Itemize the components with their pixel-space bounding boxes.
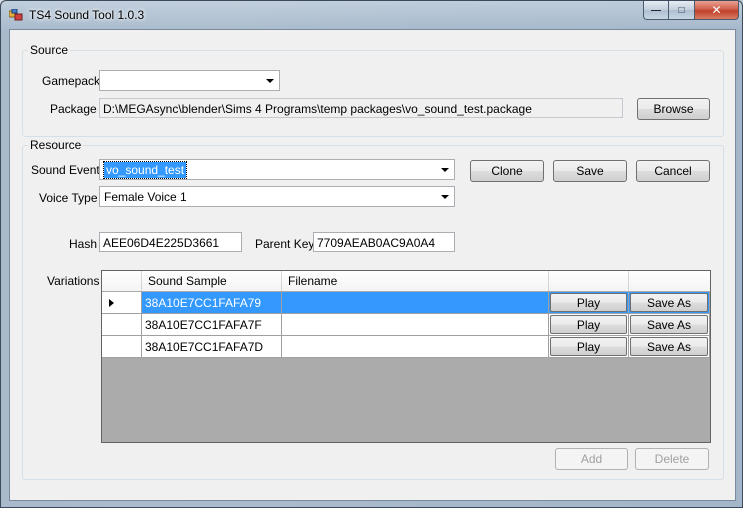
filename-cell[interactable] (282, 292, 549, 314)
filename-cell[interactable] (282, 314, 549, 336)
gamepack-select[interactable] (99, 70, 280, 91)
table-row[interactable]: 38A10E7CC1FAFA7F Play Save As (102, 314, 710, 336)
save-as-button[interactable]: Save As (630, 293, 708, 312)
maximize-button[interactable]: □ (669, 1, 695, 20)
source-group (22, 50, 724, 137)
app-window: TS4 Sound Tool 1.0.3 — □ ✕ Source Gamepa… (0, 0, 743, 508)
table-row[interactable]: 38A10E7CC1FAFA7D Play Save As (102, 336, 710, 358)
resource-group-label: Resource (28, 138, 84, 152)
play-cell: Play (549, 292, 629, 314)
package-path-field[interactable]: D:\MEGAsync\blender\Sims 4 Programs\temp… (99, 98, 623, 118)
variations-label: Variations (47, 274, 100, 288)
voice-type-value: Female Voice 1 (104, 190, 187, 204)
chevron-down-icon (441, 168, 449, 172)
current-row-arrow-icon (109, 299, 114, 307)
play-button[interactable]: Play (550, 337, 627, 356)
save-as-cell: Save As (629, 314, 710, 336)
column-header-save-as[interactable] (629, 271, 710, 291)
package-label: Package (50, 102, 97, 116)
sound-sample-cell[interactable]: 38A10E7CC1FAFA7D (142, 336, 282, 358)
play-cell: Play (549, 314, 629, 336)
row-header[interactable] (102, 314, 142, 336)
minimize-icon: — (651, 4, 661, 16)
minimize-button[interactable]: — (643, 1, 669, 20)
add-button[interactable]: Add (555, 448, 628, 470)
play-cell: Play (549, 336, 629, 358)
chevron-down-icon (266, 79, 274, 83)
parent-key-label: Parent Key (255, 237, 315, 251)
hash-label: Hash (69, 237, 98, 251)
sound-event-value: vo_sound_test (102, 161, 188, 179)
sound-event-select[interactable]: vo_sound_test (99, 159, 455, 180)
cancel-button[interactable]: Cancel (636, 160, 710, 182)
close-button[interactable]: ✕ (695, 1, 739, 20)
client-area: Source Gamepack Package D:\MEGAsync\blen… (9, 29, 736, 501)
save-as-button[interactable]: Save As (630, 315, 708, 334)
column-header-play[interactable] (549, 271, 629, 291)
variations-grid[interactable]: Sound Sample Filename 38A10E7CC1FAFA79 P… (101, 270, 711, 443)
browse-button[interactable]: Browse (637, 98, 710, 120)
hash-field[interactable]: AEE06D4E225D3661 (99, 232, 242, 252)
title-bar[interactable]: TS4 Sound Tool 1.0.3 — □ ✕ (1, 1, 743, 29)
play-button[interactable]: Play (550, 293, 627, 312)
close-icon: ✕ (711, 3, 722, 17)
save-button[interactable]: Save (553, 160, 627, 182)
column-header-sound-sample[interactable]: Sound Sample (142, 271, 282, 291)
sound-sample-cell[interactable]: 38A10E7CC1FAFA79 (142, 292, 282, 314)
play-button[interactable]: Play (550, 315, 627, 334)
sound-event-label: Sound Event (31, 163, 100, 177)
save-as-cell: Save As (629, 336, 710, 358)
row-header[interactable] (102, 336, 142, 358)
voice-type-label: Voice Type (39, 191, 98, 205)
sound-sample-cell[interactable]: 38A10E7CC1FAFA7F (142, 314, 282, 336)
maximize-icon: □ (678, 4, 685, 16)
clone-button[interactable]: Clone (470, 160, 544, 182)
row-header-corner (102, 271, 142, 291)
chevron-down-icon (441, 195, 449, 199)
row-header[interactable] (102, 292, 142, 314)
column-header-filename[interactable]: Filename (282, 271, 549, 291)
source-group-label: Source (28, 43, 71, 57)
parent-key-field[interactable]: 7709AEAB0AC9A0A4 (313, 232, 455, 252)
app-icon (9, 9, 23, 21)
gamepack-label: Gamepack (42, 74, 101, 88)
save-as-button[interactable]: Save As (630, 337, 708, 356)
caption-buttons: — □ ✕ (643, 1, 739, 20)
table-row[interactable]: 38A10E7CC1FAFA79 Play Save As (102, 292, 710, 314)
filename-cell[interactable] (282, 336, 549, 358)
save-as-cell: Save As (629, 292, 710, 314)
voice-type-select[interactable]: Female Voice 1 (99, 186, 455, 207)
delete-button[interactable]: Delete (635, 448, 709, 470)
window-title: TS4 Sound Tool 1.0.3 (29, 8, 145, 22)
grid-header: Sound Sample Filename (102, 271, 710, 291)
